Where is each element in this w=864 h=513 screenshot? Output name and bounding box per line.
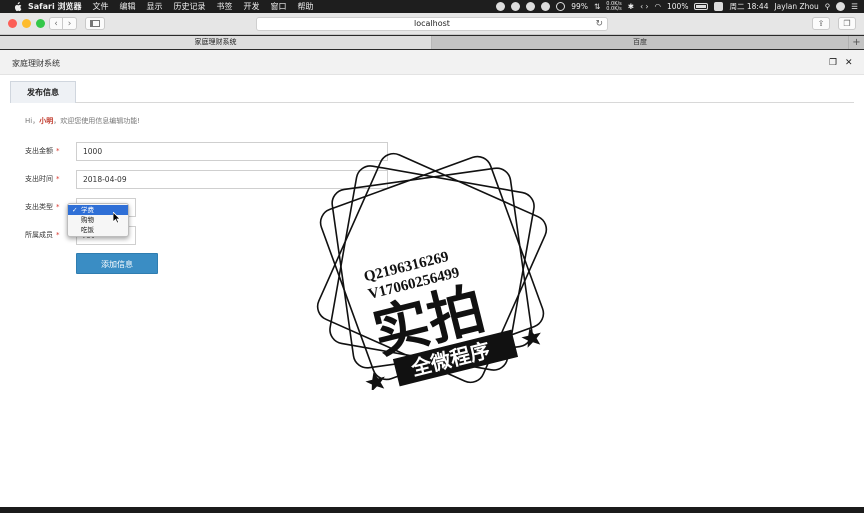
amount-label-text: 支出金额 [25, 147, 53, 155]
browser-tab-strip: 家庭理财系统 百度 + [0, 36, 864, 49]
sidebar-toggle-button[interactable] [85, 17, 105, 30]
welcome-suffix: ，欢迎您使用信息编辑功能! [53, 117, 141, 125]
required-mark: * [56, 231, 60, 239]
record-icon[interactable] [496, 2, 506, 11]
zoom-window-button[interactable] [36, 19, 45, 28]
dock-edge [0, 507, 864, 513]
page-title: 家庭理财系统 [12, 59, 60, 68]
cpu-percent: 99% [571, 2, 588, 11]
nav-buttons: ‹ › [49, 17, 77, 30]
tabs-icon: ❐ [843, 19, 851, 28]
wifi-icon[interactable]: ◠ [654, 2, 661, 11]
browser-tab-baidu[interactable]: 百度 [432, 36, 848, 49]
chevron-right-icon: › [67, 18, 72, 29]
menubar-status-area: 99% ⇅ 0.0K/s 0.0K/s ✱ ‹ › ◠ 100% 周二 18:4… [496, 0, 858, 13]
safari-toolbar: ‹ › localhost ↻ ⇪ ❐ [0, 13, 864, 35]
s-app-icon[interactable] [714, 2, 724, 11]
share-button[interactable]: ⇪ [812, 17, 830, 30]
checkmark-icon: ✓ [72, 206, 78, 214]
menu-safari[interactable]: Safari 浏览器 [28, 1, 82, 12]
amount-label: 支出金额 * [25, 146, 60, 156]
new-tab-button[interactable]: + [848, 36, 864, 49]
required-mark: * [56, 147, 60, 155]
browser-tab-family-finance[interactable]: 家庭理财系统 [0, 36, 432, 49]
net-speed: 0.0K/s 0.0K/s [606, 1, 622, 12]
close-icon[interactable]: ✕ [845, 58, 853, 68]
type-label-text: 支出类型 [25, 203, 53, 211]
menu-bookmarks[interactable]: 书签 [217, 1, 233, 12]
tab-publish-info[interactable]: 发布信息 [10, 81, 76, 103]
web-page: 家庭理财系统 ❐ ✕ 发布信息 Hi，小明，欢迎您使用信息编辑功能! 支出金额 *… [0, 50, 864, 507]
share-icon: ⇪ [817, 19, 825, 28]
type-option-dining[interactable]: 吃饭 [68, 225, 128, 235]
member-label-text: 所属成员 [25, 231, 53, 239]
clock[interactable]: 周二 18:44 [729, 1, 768, 12]
battery-icon[interactable] [694, 3, 709, 10]
spotlight-icon[interactable]: ⚲ [825, 2, 831, 11]
macos-menubar: Safari 浏览器 文件 编辑 显示 历史记录 书签 开发 窗口 帮助 99%… [0, 0, 864, 13]
bluetooth-icon[interactable]: ✱ [628, 2, 634, 11]
qq-icon[interactable] [526, 2, 536, 11]
apple-icon[interactable] [12, 1, 22, 12]
address-bar[interactable]: localhost ↻ [256, 17, 608, 31]
content-tabs: 发布信息 [10, 81, 854, 103]
user-name[interactable]: Jaylan Zhou [774, 2, 818, 11]
page-header: 家庭理财系统 ❐ ✕ [0, 50, 864, 75]
type-label: 支出类型 * [25, 202, 60, 212]
menu-window[interactable]: 窗口 [271, 1, 287, 12]
required-mark: * [56, 203, 60, 211]
required-mark: * [56, 175, 60, 183]
watermark-stamp: Q2196316269 V17060256499 实拍 全微程序 [316, 152, 548, 390]
welcome-message: Hi，小明，欢迎您使用信息编辑功能! [25, 116, 140, 126]
menu-file[interactable]: 文件 [93, 1, 109, 12]
option-label: 学费 [81, 206, 94, 214]
member-label: 所属成员 * [25, 230, 60, 240]
menu-view[interactable]: 显示 [147, 1, 163, 12]
close-window-button[interactable] [8, 19, 17, 28]
add-info-button[interactable]: 添加信息 [76, 253, 158, 274]
menu-edit[interactable]: 编辑 [120, 1, 136, 12]
battery-percent: 100% [667, 2, 689, 11]
code-icon[interactable]: ‹ › [640, 2, 648, 11]
arrows-icon: ⇅ [593, 2, 601, 11]
time-label: 支出时间 * [25, 174, 60, 184]
menu-help[interactable]: 帮助 [298, 1, 314, 12]
menu-develop[interactable]: 开发 [244, 1, 260, 12]
siri-icon[interactable] [836, 2, 846, 11]
minimize-window-button[interactable] [22, 19, 31, 28]
pin-icon[interactable] [511, 2, 521, 11]
restore-icon[interactable]: ❐ [829, 58, 837, 68]
window-controls [8, 19, 45, 28]
net-down: 0.0K/s [606, 5, 622, 12]
show-tabs-button[interactable]: ❐ [838, 17, 856, 30]
option-label: 吃饭 [81, 226, 94, 234]
reload-icon[interactable]: ↻ [595, 18, 603, 30]
option-label: 购物 [81, 216, 94, 224]
mouse-cursor-icon [113, 212, 121, 224]
welcome-user: 小明 [39, 117, 54, 125]
url-text: localhost [414, 19, 450, 28]
back-button[interactable]: ‹ [49, 17, 63, 30]
circle-icon[interactable] [556, 2, 566, 11]
chevron-left-icon: ‹ [54, 18, 58, 29]
notification-center-icon[interactable]: ☰ [851, 2, 858, 11]
sidebar-icon [90, 20, 100, 27]
forward-button[interactable]: › [63, 17, 77, 30]
time-label-text: 支出时间 [25, 175, 53, 183]
menu-history[interactable]: 历史记录 [174, 1, 206, 12]
wechat-icon[interactable] [541, 2, 551, 11]
welcome-prefix: Hi， [25, 117, 40, 125]
